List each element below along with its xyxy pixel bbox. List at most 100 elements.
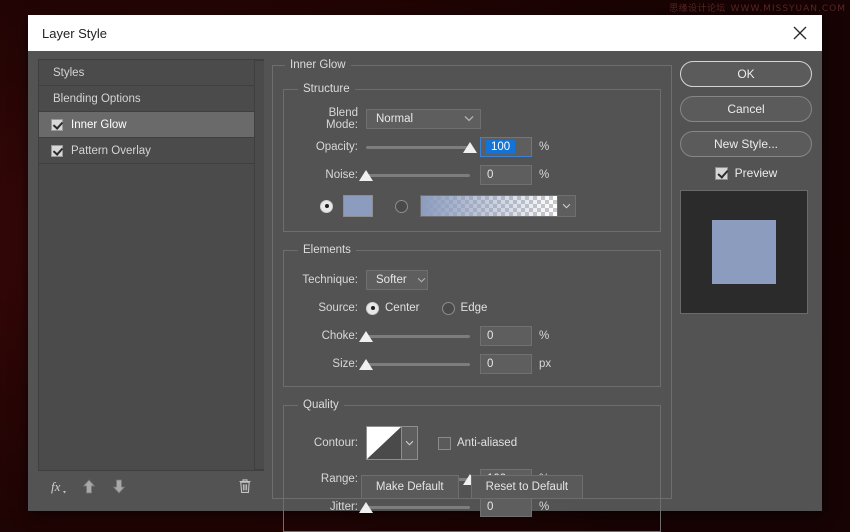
choke-label: Choke: [321, 330, 358, 342]
source-center-radio[interactable] [366, 301, 379, 315]
choke-slider[interactable] [359, 327, 470, 345]
glow-gradient-picker[interactable] [420, 195, 576, 217]
styles-toolbar: fx [38, 471, 264, 501]
inner-glow-group-title: Inner Glow [290, 59, 346, 71]
preview-toggle[interactable]: Preview [680, 166, 812, 180]
contour-label: Contour: [313, 437, 358, 449]
noise-slider-thumb[interactable] [359, 170, 373, 181]
actions-panel: OK Cancel New Style... Preview [680, 59, 812, 501]
noise-row: Noise: 0 % [296, 163, 648, 187]
layer-style-dialog: Layer Style Styles Blending Options Inne… [28, 15, 822, 532]
chevron-down-icon [464, 113, 474, 125]
sidebar-item-styles[interactable]: Styles [39, 60, 264, 86]
choke-input[interactable]: 0 [480, 326, 532, 346]
blend-mode-select[interactable]: Normal [366, 109, 481, 129]
glow-gradient-preview [421, 196, 557, 216]
anti-aliased-checkbox[interactable] [438, 436, 451, 450]
svg-text:fx: fx [51, 479, 61, 494]
sidebar-item-inner-glow[interactable]: Inner Glow [39, 112, 264, 138]
sidebar-item-pattern-overlay[interactable]: Pattern Overlay [39, 138, 264, 164]
sidebar-item-label: Inner Glow [71, 118, 127, 131]
source-edge-radio[interactable] [441, 301, 455, 315]
jitter-label: Jitter: [329, 501, 358, 513]
quality-group: Quality Contour: Anti-aliased Range: Jit… [283, 399, 661, 532]
dialog-body: Styles Blending Options Inner Glow Patte… [28, 51, 822, 532]
jitter-unit: % [539, 501, 550, 513]
cancel-button[interactable]: Cancel [680, 96, 812, 122]
sidebar-item-label: Pattern Overlay [71, 144, 151, 157]
close-button[interactable] [778, 15, 822, 51]
fill-color-radio[interactable] [320, 199, 333, 213]
ok-button[interactable]: OK [680, 61, 812, 87]
jitter-slider-thumb[interactable] [359, 502, 373, 513]
chevron-down-icon[interactable] [557, 196, 575, 216]
styles-list: Styles Blending Options Inner Glow Patte… [38, 59, 264, 471]
blend-mode-row: Blend Mode: Normal [296, 107, 648, 131]
blend-mode-label: Blend Mode: [326, 107, 358, 131]
pattern-overlay-checkbox[interactable] [51, 144, 63, 157]
technique-label: Technique: [302, 274, 358, 286]
blend-mode-value: Normal [376, 113, 414, 125]
glow-color-swatch[interactable] [343, 195, 373, 217]
size-row: Size: 0 px [296, 352, 648, 376]
size-slider[interactable] [359, 355, 470, 373]
technique-row: Technique: Softer [296, 268, 648, 292]
styles-panel: Styles Blending Options Inner Glow Patte… [38, 59, 264, 501]
jitter-input[interactable]: 0 [480, 497, 532, 517]
anti-aliased-label: Anti-aliased [457, 437, 518, 449]
size-input[interactable]: 0 [480, 354, 532, 374]
jitter-slider[interactable] [359, 498, 470, 516]
arrow-down-icon[interactable] [112, 479, 126, 494]
sidebar-item-blending-options[interactable]: Blending Options [39, 86, 264, 112]
noise-slider-track [366, 173, 470, 177]
noise-value: 0 [487, 169, 494, 181]
contour-picker[interactable] [366, 426, 418, 460]
choke-slider-thumb[interactable] [359, 331, 373, 342]
styles-list-scrollbar[interactable] [254, 60, 264, 470]
fill-gradient-radio[interactable] [395, 199, 408, 213]
source-center-label: Center [385, 302, 420, 314]
choke-unit: % [539, 330, 550, 342]
choke-slider-track [366, 334, 470, 338]
size-slider-thumb[interactable] [359, 359, 373, 370]
noise-input[interactable]: 0 [480, 165, 532, 185]
new-style-button[interactable]: New Style... [680, 131, 812, 157]
inner-glow-checkbox[interactable] [51, 118, 63, 131]
default-buttons: Make Default Reset to Default [272, 475, 672, 499]
opacity-label: Opacity: [315, 141, 358, 153]
fill-type-row [296, 191, 648, 221]
chevron-down-icon [417, 274, 426, 286]
contour-preview [367, 427, 401, 459]
trash-icon[interactable] [238, 478, 252, 494]
dialog-titlebar: Layer Style [28, 15, 822, 51]
sidebar-item-label: Styles [53, 66, 85, 79]
noise-label: Noise: [325, 169, 358, 181]
opacity-slider-track [366, 145, 470, 149]
source-row: Source: Center Edge [296, 296, 648, 320]
size-unit: px [539, 358, 552, 370]
opacity-slider-thumb[interactable] [463, 142, 477, 153]
preview-label: Preview [734, 166, 778, 180]
jitter-value: 0 [487, 501, 494, 513]
opacity-input[interactable]: 100 [480, 137, 532, 157]
preview-checkbox[interactable] [714, 166, 728, 180]
sidebar-item-label: Blending Options [53, 92, 141, 105]
elements-group: Elements Technique: Softer Source: Cente… [283, 244, 661, 387]
make-default-button[interactable]: Make Default [360, 475, 459, 499]
fx-icon[interactable]: fx [50, 478, 66, 494]
quality-group-title: Quality [303, 399, 339, 411]
inner-glow-group: Inner Glow Structure Blend Mode: Normal [272, 59, 672, 532]
choke-value: 0 [487, 330, 494, 342]
size-label: Size: [332, 358, 358, 370]
reset-to-default-button[interactable]: Reset to Default [470, 475, 584, 499]
opacity-slider[interactable] [366, 138, 477, 156]
arrow-up-icon[interactable] [82, 478, 96, 494]
technique-select[interactable]: Softer [366, 270, 428, 290]
noise-unit: % [539, 169, 550, 181]
opacity-row: Opacity: 100 % [296, 135, 648, 159]
watermark-url: WWW.MISSYUAN.COM [730, 4, 846, 14]
contour-row: Contour: Anti-aliased [296, 423, 648, 463]
chevron-down-icon[interactable] [401, 427, 417, 459]
noise-slider[interactable] [359, 166, 470, 184]
preview-swatch [712, 220, 776, 284]
